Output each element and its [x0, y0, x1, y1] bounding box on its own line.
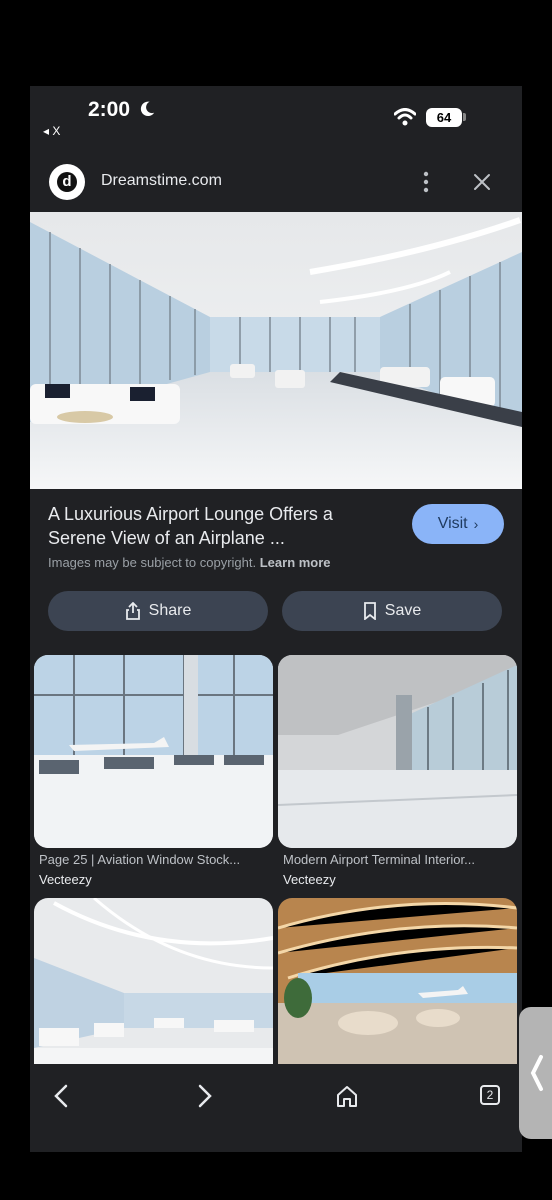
- share-button[interactable]: Share: [48, 591, 268, 631]
- related-caption[interactable]: Modern Airport Terminal Interior...: [283, 852, 519, 867]
- close-icon[interactable]: [470, 170, 494, 194]
- edge-panel-handle[interactable]: [519, 1007, 552, 1139]
- related-image[interactable]: [278, 898, 517, 1068]
- more-options-icon[interactable]: [416, 168, 436, 196]
- tab-count: 2: [480, 1085, 500, 1105]
- save-label: Save: [384, 602, 422, 619]
- wifi-icon: [394, 108, 416, 126]
- share-label: Share: [148, 602, 192, 619]
- learn-more-link[interactable]: Learn more: [260, 555, 331, 570]
- airport-lounge-image[interactable]: [30, 212, 522, 489]
- forward-arrow-icon[interactable]: [184, 1076, 224, 1116]
- save-button[interactable]: Save: [282, 591, 502, 631]
- related-source: Vecteezy: [283, 872, 336, 887]
- related-image[interactable]: [34, 655, 273, 848]
- related-image[interactable]: [34, 898, 273, 1068]
- copyright-text: Images may be subject to copyright.: [48, 555, 257, 570]
- tabs-button[interactable]: 2: [470, 1076, 510, 1116]
- chevron-left-icon: [530, 1055, 543, 1091]
- share-icon: [125, 602, 140, 620]
- back-arrow-icon[interactable]: [42, 1076, 82, 1116]
- source-name[interactable]: Dreamstime.com: [101, 172, 222, 190]
- related-image[interactable]: [278, 655, 517, 848]
- copyright-notice: Images may be subject to copyright. Lear…: [48, 555, 331, 570]
- status-time: 2:00: [88, 98, 131, 121]
- back-to-app-link[interactable]: ◂ X: [43, 124, 60, 138]
- visit-label: Visit: [437, 515, 468, 532]
- related-source: Vecteezy: [39, 872, 92, 887]
- chevron-right-icon: ›: [473, 516, 479, 532]
- source-logo[interactable]: d: [49, 164, 85, 200]
- visit-button[interactable]: Visit ›: [412, 504, 504, 544]
- battery-indicator: 64: [426, 108, 462, 127]
- battery-tip: [463, 113, 466, 121]
- image-title: A Luxurious Airport Lounge Offers a Sere…: [48, 504, 333, 548]
- home-icon[interactable]: [327, 1076, 367, 1116]
- bookmark-icon: [363, 602, 376, 620]
- related-caption[interactable]: Page 25 | Aviation Window Stock...: [39, 852, 275, 867]
- status-bar: 2:00 ◂ X 64: [30, 86, 522, 146]
- phone-screen: 2:00 ◂ X 64 d Dreamstime.com A Luxurious…: [30, 86, 522, 1152]
- moon-icon: [140, 101, 155, 117]
- source-header: d Dreamstime.com: [30, 156, 522, 208]
- bottom-navigation: 2: [30, 1064, 522, 1152]
- logo-letter: d: [57, 172, 77, 192]
